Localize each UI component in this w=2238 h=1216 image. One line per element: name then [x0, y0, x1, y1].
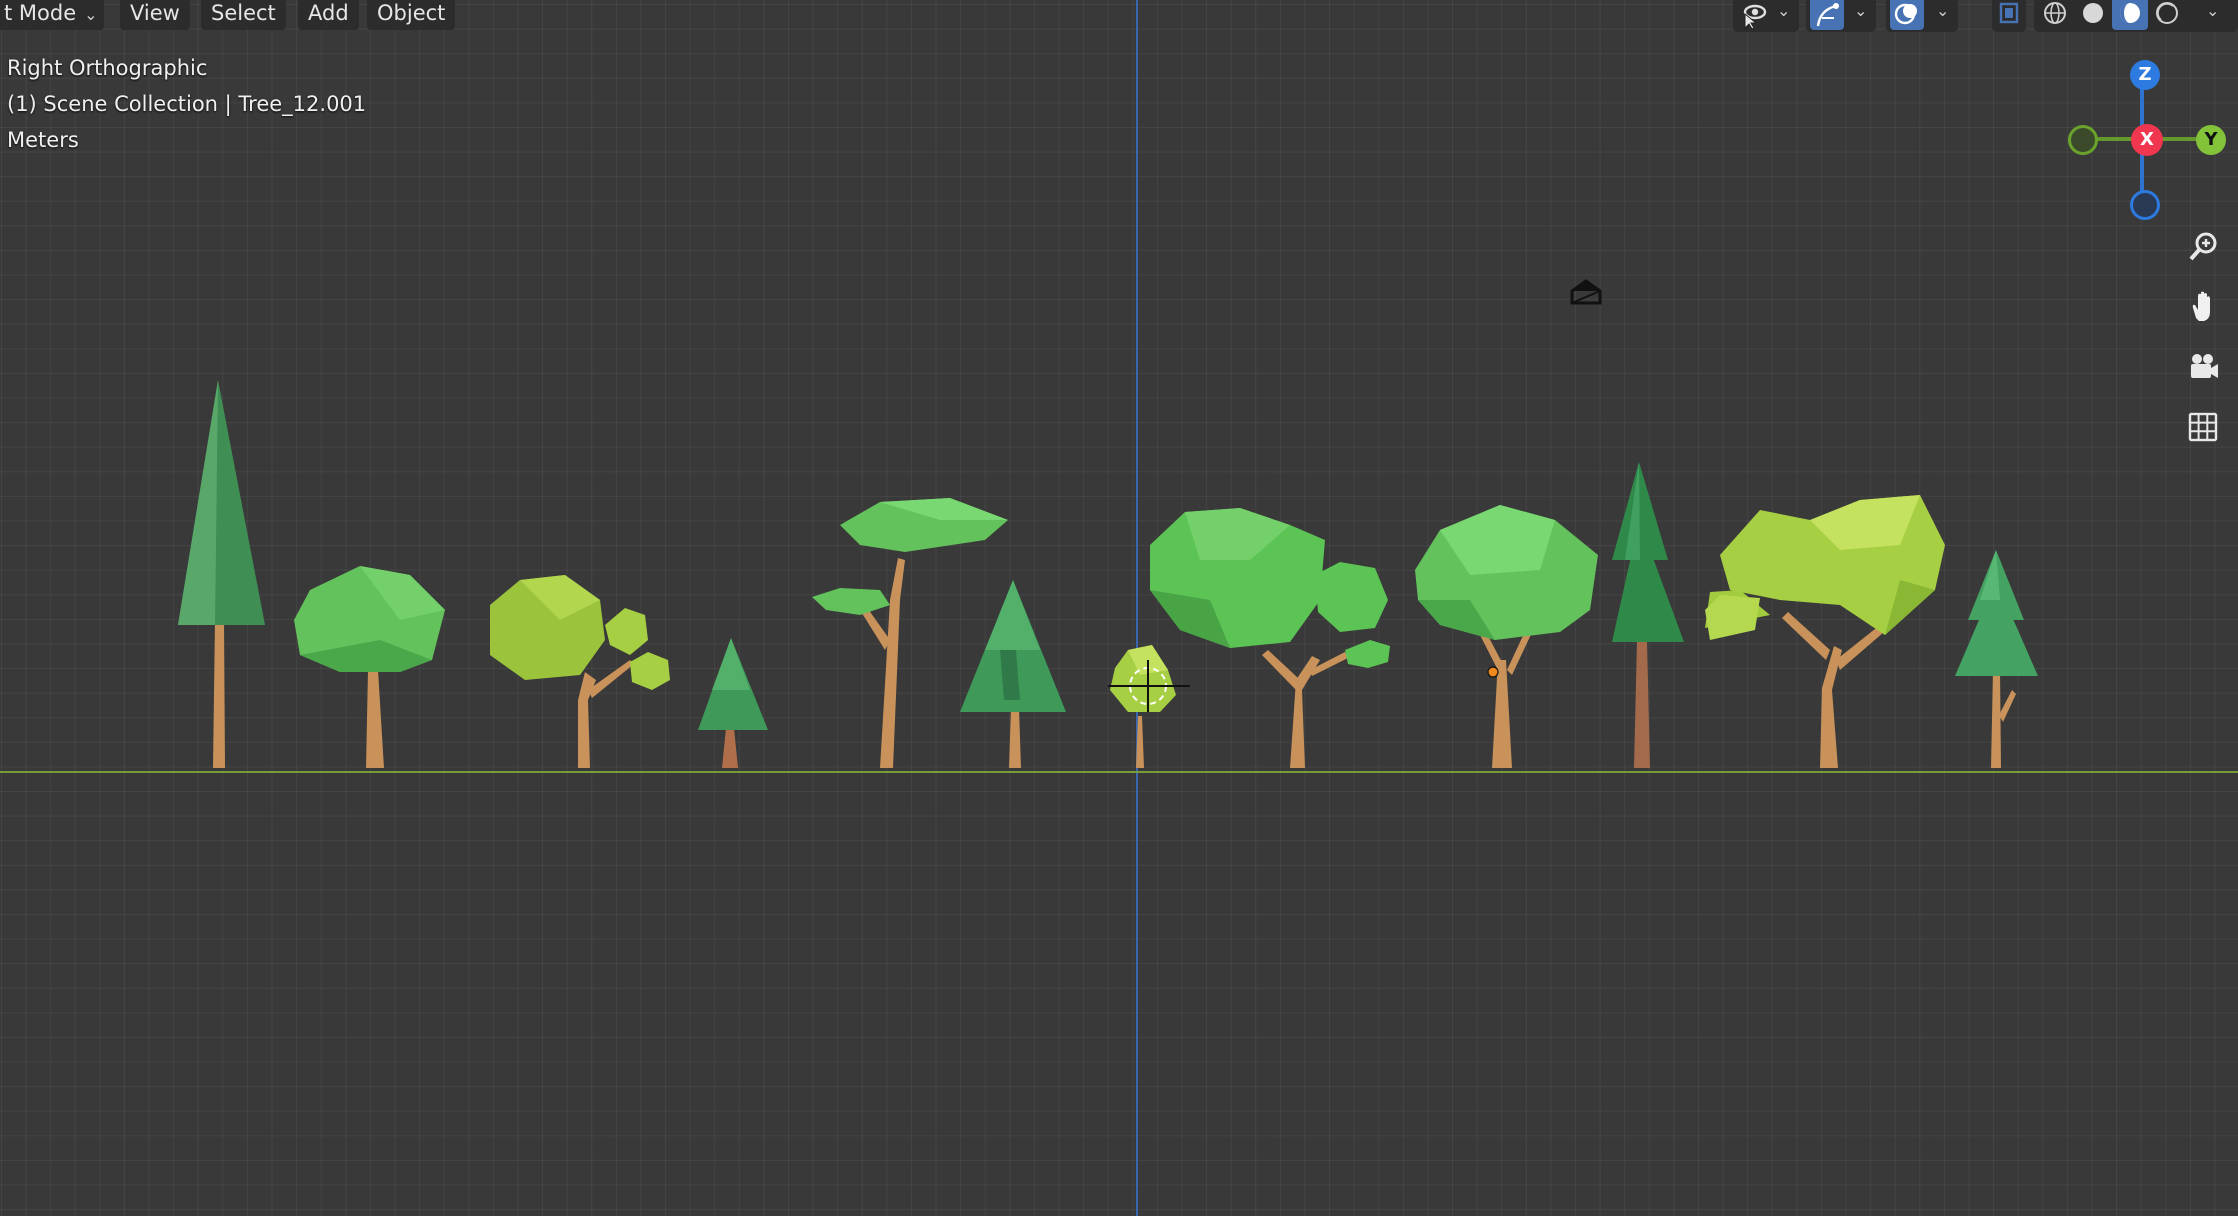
tree-small-pine[interactable] — [698, 638, 768, 768]
tree-right-pine[interactable] — [1955, 550, 2038, 768]
3d-viewport[interactable]: t Mode ⌄ View Select Add Object Right Ort… — [0, 0, 2238, 1216]
tree-small-lime-selected[interactable] — [1108, 645, 1190, 768]
tree-round-big[interactable] — [1415, 505, 1598, 768]
tree-round-1[interactable] — [294, 566, 445, 768]
tree-umbrella[interactable] — [812, 498, 1008, 768]
object-origin-point — [1487, 666, 1499, 678]
tree-lime-branching[interactable] — [490, 575, 670, 768]
tree-big-lime[interactable] — [1705, 495, 1945, 768]
scene-trees — [178, 380, 2038, 768]
tree-tall-pine[interactable] — [1612, 462, 1684, 768]
tree-big-cloud[interactable] — [1150, 508, 1390, 768]
tree-mid-pine[interactable] — [960, 580, 1066, 768]
tree-tall-cone[interactable] — [178, 380, 265, 768]
